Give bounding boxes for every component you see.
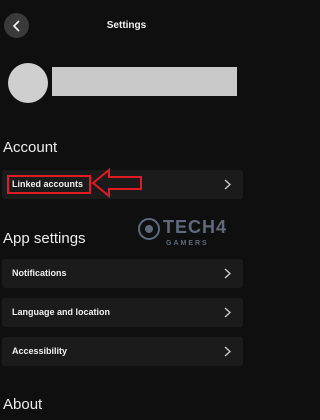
accessibility-label: Accessibility — [12, 346, 68, 356]
profile-row[interactable] — [0, 57, 253, 114]
language-location-label: Language and location — [12, 307, 111, 317]
section-header-account: Account — [3, 139, 58, 156]
accessibility-row[interactable]: Accessibility — [2, 337, 243, 366]
avatar — [8, 63, 48, 103]
chevron-right-icon — [224, 346, 231, 357]
notifications-label: Notifications — [12, 268, 67, 278]
chevron-right-icon — [224, 179, 231, 190]
page-title: Settings — [106, 20, 147, 31]
chevron-right-icon — [224, 268, 231, 279]
watermark-text: TECH4 — [163, 217, 228, 237]
section-header-about: About — [3, 396, 43, 413]
chevron-right-icon — [224, 307, 231, 318]
watermark-logo-icon — [138, 218, 160, 240]
section-header-app-settings: App settings — [3, 230, 86, 247]
language-location-row[interactable]: Language and location — [2, 298, 243, 327]
watermark: TECH4 GAMERS — [135, 213, 226, 261]
linked-accounts-label: Linked accounts — [12, 179, 84, 189]
redacted-name — [52, 67, 237, 96]
watermark-subtext: GAMERS — [166, 240, 209, 247]
notifications-row[interactable]: Notifications — [2, 259, 243, 288]
highlight-arrow — [91, 167, 142, 199]
